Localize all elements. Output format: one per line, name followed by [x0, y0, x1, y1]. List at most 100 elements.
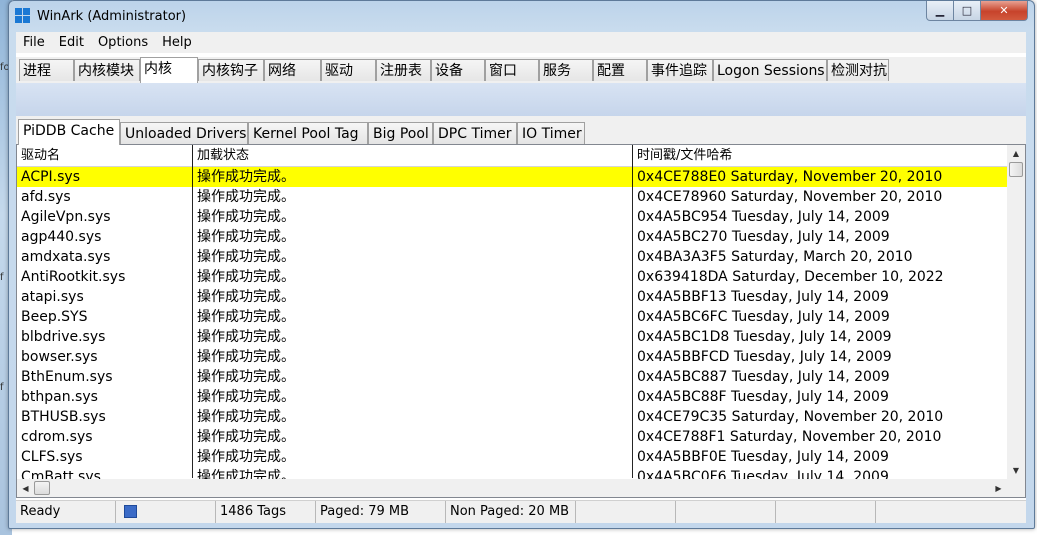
tab-drivers[interactable]: 驱动 [321, 59, 376, 81]
tab-kernel-pool-tag[interactable]: Kernel Pool Tag [248, 122, 368, 144]
maximize-button[interactable]: □ [954, 1, 981, 21]
cell-timestamp: 0x4CE78960 Saturday, November 20, 2010 [637, 189, 943, 205]
menu-help[interactable]: Help [155, 32, 199, 53]
cell-load-status: 操作成功完成。 [197, 209, 295, 225]
scroll-down-arrow-icon[interactable]: ▼ [1007, 462, 1025, 479]
table-row[interactable]: afd.sys 操作成功完成。 0x4CE78960 Saturday, Novem… [17, 187, 1007, 207]
tab-registry[interactable]: 注册表 [376, 59, 431, 81]
close-button[interactable]: ✕ [981, 1, 1028, 21]
tab-kernel[interactable]: 内核 [140, 57, 198, 83]
cell-timestamp: 0x4A5BBF0E Tuesday, July 14, 2009 [637, 449, 889, 465]
tab-event-tracing[interactable]: 事件追踪 [647, 59, 713, 81]
main-tab-bar: 进程 内核模块 内核 内核钩子 网络 驱动 注册表 设备 窗口 服务 配置 事件… [16, 57, 1026, 84]
table-row[interactable]: AgileVpn.sys 操作成功完成。 0x4A5BC954 Tuesday, J… [17, 207, 1007, 227]
cell-load-status: 操作成功完成。 [197, 169, 295, 185]
cell-timestamp: 0x639418DA Saturday, December 10, 2022 [637, 269, 944, 285]
tab-process[interactable]: 进程 [19, 59, 74, 81]
menu-edit[interactable]: Edit [52, 32, 91, 53]
cell-load-status: 操作成功完成。 [197, 349, 295, 365]
piddb-cache-list[interactable]: 驱动名 加载状态 时间戳/文件哈希 ACPI.sys 操作成功完成。 0x4CE78… [16, 144, 1026, 498]
cell-driver-name: cdrom.sys [21, 429, 93, 445]
desktop-text-fragment: f [0, 382, 4, 393]
column-divider [192, 145, 193, 478]
status-paged-pool: Paged: 79 MB [316, 501, 446, 523]
cell-driver-name: bowser.sys [21, 349, 98, 365]
table-row[interactable]: agp440.sys 操作成功完成。 0x4A5BC270 Tuesday, Jul… [17, 227, 1007, 247]
list-header: 驱动名 加载状态 时间戳/文件哈希 [17, 145, 1007, 167]
cell-driver-name: CLFS.sys [21, 449, 83, 465]
cell-driver-name: ACPI.sys [21, 169, 81, 185]
tab-kernel-modules[interactable]: 内核模块 [74, 59, 140, 81]
cell-driver-name: atapi.sys [21, 289, 84, 305]
scroll-left-arrow-icon[interactable]: ◀ [17, 479, 34, 497]
cell-timestamp: 0x4A5BC270 Tuesday, July 14, 2009 [637, 229, 890, 245]
tab-network[interactable]: 网络 [264, 59, 321, 81]
table-row[interactable]: atapi.sys 操作成功完成。 0x4A5BBF13 Tuesday, July… [17, 287, 1007, 307]
table-row[interactable]: bowser.sys 操作成功完成。 0x4A5BBFCD Tuesday, Jul… [17, 347, 1007, 367]
column-header-load-status[interactable]: 加载状态 [193, 145, 633, 166]
menu-bar: File Edit Options Help [16, 32, 1026, 53]
cell-load-status: 操作成功完成。 [197, 369, 295, 385]
cell-driver-name: BthEnum.sys [21, 369, 113, 385]
vertical-scroll-thumb[interactable] [1009, 162, 1023, 177]
table-row[interactable]: amdxata.sys 操作成功完成。 0x4BA3A3F5 Saturday, M… [17, 247, 1007, 267]
tab-services[interactable]: 服务 [539, 59, 593, 81]
cell-timestamp: 0x4A5BC1D8 Tuesday, July 14, 2009 [637, 329, 892, 345]
column-header-driver-name[interactable]: 驱动名 [17, 145, 193, 166]
menu-options[interactable]: Options [91, 32, 155, 53]
table-row[interactable]: BTHUSB.sys 操作成功完成。 0x4CE79C35 Saturday, No… [17, 407, 1007, 427]
vertical-scrollbar[interactable]: ▲ ▼ [1007, 145, 1025, 479]
status-bar: Ready 1486 Tags Paged: 79 MB Non Paged: … [16, 500, 1026, 523]
status-pane-empty [676, 501, 776, 523]
tab-dpc-timer[interactable]: DPC Timer [433, 122, 517, 144]
cell-load-status: 操作成功完成。 [197, 289, 295, 305]
tab-devices[interactable]: 设备 [431, 59, 485, 81]
scroll-up-arrow-icon[interactable]: ▲ [1007, 145, 1025, 162]
cell-timestamp: 0x4A5BC954 Tuesday, July 14, 2009 [637, 209, 890, 225]
cell-driver-name: bthpan.sys [21, 389, 98, 405]
cell-timestamp: 0x4A5BC88F Tuesday, July 14, 2009 [637, 389, 889, 405]
table-row[interactable]: AntiRootkit.sys 操作成功完成。 0x639418DA Saturda… [17, 267, 1007, 287]
table-row[interactable]: blbdrive.sys 操作成功完成。 0x4A5BC1D8 Tuesday, J… [17, 327, 1007, 347]
tab-anti-detection[interactable]: 检测对抗 [827, 59, 889, 81]
status-pane-empty [576, 501, 676, 523]
tab-logon-sessions[interactable]: Logon Sessions [713, 59, 827, 81]
cell-load-status: 操作成功完成。 [197, 389, 295, 405]
status-ready: Ready [16, 501, 116, 523]
status-square-icon [124, 505, 137, 518]
cell-load-status: 操作成功完成。 [197, 409, 295, 425]
cell-driver-name: BTHUSB.sys [21, 409, 106, 425]
cell-load-status: 操作成功完成。 [197, 329, 295, 345]
table-row[interactable]: Beep.SYS 操作成功完成。 0x4A5BC6FC Tuesday, July … [17, 307, 1007, 327]
scroll-right-arrow-icon[interactable]: ▶ [990, 479, 1007, 497]
table-row[interactable]: ACPI.sys 操作成功完成。 0x4CE788E0 Saturday, Nove… [17, 167, 1007, 187]
table-row[interactable]: bthpan.sys 操作成功完成。 0x4A5BC88F Tuesday, Jul… [17, 387, 1007, 407]
status-pane-empty [776, 501, 876, 523]
window-title: WinArk (Administrator) [37, 9, 187, 24]
minimize-button[interactable]: ▁ [926, 1, 954, 21]
column-header-timestamp[interactable]: 时间戳/文件哈希 [633, 145, 1007, 166]
menu-file[interactable]: File [16, 32, 52, 53]
cell-load-status: 操作成功完成。 [197, 429, 295, 445]
tab-unloaded-drivers[interactable]: Unloaded Drivers [120, 122, 248, 144]
tab-config[interactable]: 配置 [593, 59, 647, 81]
windows-logo-icon [15, 8, 31, 24]
tab-windows[interactable]: 窗口 [485, 59, 539, 81]
column-divider [632, 145, 633, 478]
title-bar[interactable]: WinArk (Administrator) ▁ □ ✕ [9, 1, 1034, 31]
table-row[interactable]: BthEnum.sys 操作成功完成。 0x4A5BC887 Tuesday, Ju… [17, 367, 1007, 387]
cell-driver-name: AntiRootkit.sys [21, 269, 126, 285]
cell-timestamp: 0x4BA3A3F5 Saturday, March 20, 2010 [637, 249, 913, 265]
cell-load-status: 操作成功完成。 [197, 249, 295, 265]
horizontal-scrollbar[interactable]: ◀ ▶ [17, 479, 1007, 497]
cell-load-status: 操作成功完成。 [197, 189, 295, 205]
tab-kernel-hooks[interactable]: 内核钩子 [198, 59, 264, 81]
horizontal-scroll-thumb[interactable] [34, 481, 50, 495]
table-row[interactable]: CLFS.sys 操作成功完成。 0x4A5BBF0E Tuesday, July … [17, 447, 1007, 467]
tab-piddb-cache[interactable]: PiDDB Cache [18, 119, 120, 145]
cell-driver-name: amdxata.sys [21, 249, 111, 265]
status-indicator [116, 501, 216, 523]
tab-io-timer[interactable]: IO Timer [517, 122, 585, 144]
table-row[interactable]: cdrom.sys 操作成功完成。 0x4CE788F1 Saturday, Nov… [17, 427, 1007, 447]
tab-big-pool[interactable]: Big Pool [368, 122, 433, 144]
